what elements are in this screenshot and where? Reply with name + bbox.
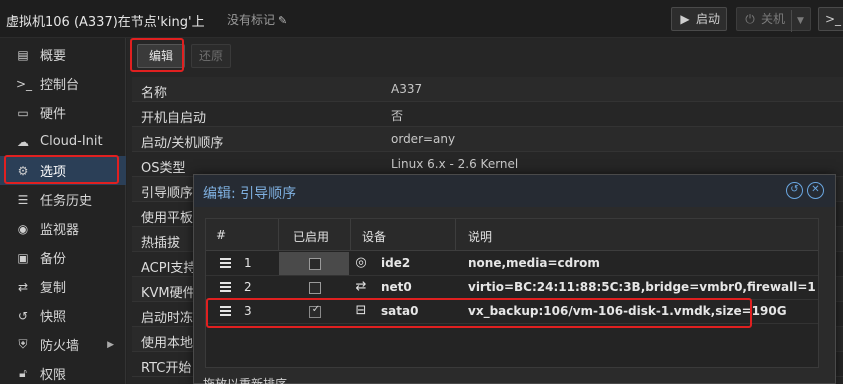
- book-icon: ▤: [17, 47, 29, 62]
- sidebar-item-options[interactable]: ⚙ 选项: [0, 156, 126, 185]
- sidebar-item-hardware[interactable]: ▭ 硬件: [0, 98, 126, 127]
- enabled-checkbox[interactable]: [309, 282, 321, 294]
- option-row[interactable]: 名称 A337: [132, 77, 843, 102]
- boot-row[interactable]: 2 ⇄ net0 virtio=BC:24:11:88:5C:3B,bridge…: [206, 276, 818, 300]
- sidebar-item-snapshots[interactable]: ↺ 快照: [0, 301, 126, 330]
- boot-row[interactable]: 1 ◎ ide2 none,media=cdrom: [206, 252, 818, 276]
- sidebar-item-console[interactable]: >_ 控制台: [0, 69, 126, 98]
- device-description: none,media=cdrom: [468, 256, 600, 270]
- play-icon: ▶: [680, 12, 690, 26]
- tags-label: 没有标记: [227, 13, 276, 27]
- shutdown-button[interactable]: ⏻ 关机 ▼: [736, 7, 811, 32]
- enabled-checkbox[interactable]: [309, 258, 321, 270]
- title-bar: 虚拟机106 (A337)在节点'king'上 没有标记 ✎ ▶ 启动 ⏻ 关机 ▼ >…: [0, 0, 843, 38]
- list-icon: ☰: [17, 192, 29, 207]
- sidebar-item-monitor[interactable]: ◉ 监视器: [0, 214, 126, 243]
- device-description: vx_backup:106/vm-106-disk-1.vmdk,size=19…: [468, 304, 787, 318]
- column-header-description[interactable]: 说明: [468, 228, 492, 245]
- device-name: net0: [381, 280, 412, 294]
- sidebar-item-task-history[interactable]: ☰ 任务历史: [0, 185, 126, 214]
- cloud-icon: ☁: [17, 134, 29, 149]
- enabled-checkbox[interactable]: ✓: [309, 304, 321, 318]
- option-row[interactable]: 开机自启动否: [132, 102, 843, 127]
- revert-button[interactable]: 还原: [191, 44, 231, 68]
- power-icon: ⏻: [745, 12, 755, 26]
- option-row[interactable]: 启动/关机顺序 order=any: [132, 127, 843, 152]
- reset-icon[interactable]: ↺: [786, 182, 803, 199]
- device-name: ide2: [381, 256, 411, 270]
- drag-handle-icon[interactable]: [220, 282, 231, 294]
- exchange-icon: ⇄: [355, 279, 367, 294]
- boot-order-grid: # 已启用 设备 说明 1 ◎ ide2 none,media=cdrom 2 …: [205, 218, 819, 368]
- start-button[interactable]: ▶ 启动: [671, 7, 728, 31]
- sidebar-item-replication[interactable]: ⇄ 复制: [0, 272, 126, 301]
- device-description: virtio=BC:24:11:88:5C:3B,bridge=vmbr0,fi…: [468, 280, 816, 294]
- drag-handle-icon[interactable]: [220, 306, 231, 318]
- dialog-title: 编辑: 引导顺序: [203, 186, 297, 202]
- sidebar-item-cloud-init[interactable]: ☁ Cloud-Init: [0, 127, 126, 156]
- chevron-right-icon: ▶: [107, 339, 114, 350]
- sidebar-item-firewall[interactable]: ⛨ 防火墙 ▶: [0, 330, 126, 359]
- checkmark-icon: ✓: [311, 304, 321, 315]
- floppy-icon: ▣: [17, 250, 29, 265]
- close-icon[interactable]: ✕: [807, 182, 824, 199]
- dialog-header: 编辑: 引导顺序 ↺ ✕: [194, 175, 835, 207]
- eye-icon: ◉: [17, 221, 29, 236]
- options-toolbar: 编辑 还原: [127, 38, 843, 75]
- monitor-icon: ▭: [17, 105, 29, 120]
- sidebar-item-permissions[interactable]: 🔓︎ 权限: [0, 359, 126, 384]
- gear-icon: ⚙: [17, 163, 29, 178]
- sidebar: ▤ 概要 >_ 控制台 ▭ 硬件 ☁ Cloud-Init ⚙ 选项 ☰ 任务历史 ◉ 监视器…: [0, 38, 126, 384]
- column-header-enabled[interactable]: 已启用: [293, 228, 329, 245]
- edit-button[interactable]: 编辑: [137, 44, 185, 68]
- device-name: sata0: [381, 304, 419, 318]
- boot-order-dialog: 编辑: 引导顺序 ↺ ✕ # 已启用 设备 说明 1 ◎ ide2 none,m…: [193, 174, 836, 384]
- hdd-icon: ⊟: [355, 303, 367, 318]
- history-icon: ↺: [17, 308, 29, 323]
- tags-editor[interactable]: 没有标记 ✎: [227, 11, 287, 28]
- retweet-icon: ⇄: [17, 279, 29, 294]
- column-header-device[interactable]: 设备: [362, 228, 386, 245]
- sidebar-item-summary[interactable]: ▤ 概要: [0, 40, 126, 69]
- cdrom-icon: ◎: [355, 255, 367, 270]
- vm-title: 虚拟机106 (A337)在节点'king'上: [6, 15, 205, 30]
- terminal-icon: >_: [16, 76, 33, 91]
- drag-handle-icon[interactable]: [220, 258, 231, 270]
- chevron-down-icon[interactable]: ▼: [791, 10, 804, 32]
- console-button[interactable]: >_: [818, 7, 843, 31]
- drag-hint: 拖放以重新排序: [203, 377, 288, 384]
- column-header-number[interactable]: #: [216, 228, 226, 242]
- sidebar-item-backup[interactable]: ▣ 备份: [0, 243, 126, 272]
- unlock-icon: 🔓︎: [19, 366, 27, 380]
- boot-row[interactable]: 3 ✓ ⊟ sata0 vx_backup:106/vm-106-disk-1.…: [206, 300, 818, 324]
- pencil-icon[interactable]: ✎: [278, 14, 287, 27]
- shield-icon: ⛨: [18, 337, 28, 351]
- grid-header: # 已启用 设备 说明: [206, 219, 818, 251]
